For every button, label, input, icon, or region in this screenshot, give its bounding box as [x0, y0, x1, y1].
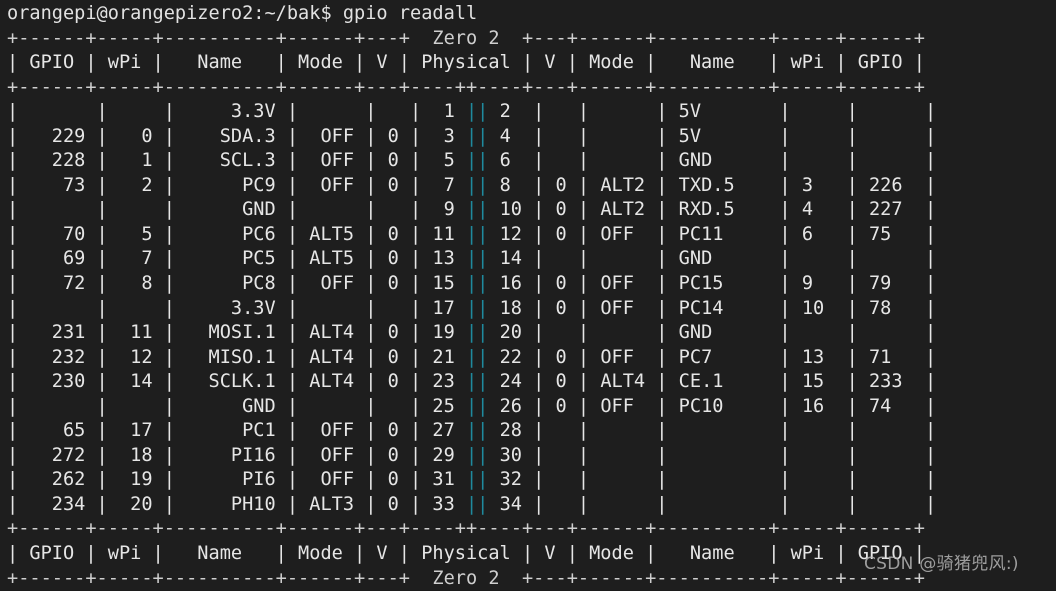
table-header-row-bottom-text: | GPIO | wPi | Name | Mode | V | Physica… — [7, 543, 925, 565]
shell-command: gpio readall — [342, 3, 478, 24]
table-header-row-top-text: | GPIO | wPi | Name | Mode | V | Physica… — [7, 52, 925, 74]
table-row: | 72 | 8 | PC8 | OFF | 0 | 15 || 16 | 0 … — [7, 273, 937, 295]
table-row: | 70 | 5 | PC6 | ALT5 | 0 | 11 || 12 | 0… — [7, 223, 937, 245]
table-row: | | | GND | | | 25 || 26 | 0 | OFF | PC1… — [7, 395, 937, 417]
table-header-separator-top-text: +------+-----+----------+------+---+----… — [7, 76, 925, 98]
table-row: | 229 | 0 | SDA.3 | OFF | 0 | 3 || 4 | |… — [7, 125, 937, 147]
table-header-separator-top: +------+-----+----------+------+---+----… — [0, 76, 1056, 101]
table-row: | 272 | 18 | PI16 | OFF | 0 | 29 || 30 |… — [7, 444, 937, 466]
table-footer-separator: +------+-----+----------+------+---+----… — [0, 517, 1056, 542]
table-row: | 234 | 20 | PH10 | ALT3 | 0 | 33 || 34 … — [7, 493, 937, 515]
table-bottom-border-text: +------+-----+----------+------+---+ Zer… — [7, 567, 925, 589]
table-row: | 228 | 1 | SCL.3 | OFF | 0 | 5 || 6 | |… — [7, 150, 937, 172]
table-header-row-top: | GPIO | wPi | Name | Mode | V | Physica… — [0, 51, 1056, 76]
table-row: | 65 | 17 | PC1 | OFF | 0 | 27 || 28 | |… — [7, 420, 937, 442]
table-row: | | | GND | | | 9 || 10 | 0 | ALT2 | RXD… — [7, 199, 937, 221]
table-row: | 73 | 2 | PC9 | OFF | 0 | 7 || 8 | 0 | … — [7, 174, 937, 196]
table-bottom-border: +------+-----+----------+------+---+ Zer… — [0, 567, 1056, 591]
shell-prompt: orangepi@orangepizero2:~/bak$ — [7, 3, 343, 24]
table-row: | | | 3.3V | | | 1 || 2 | | | 5V | | | — [7, 101, 937, 123]
table-row: | 69 | 7 | PC5 | ALT5 | 0 | 13 || 14 | |… — [7, 248, 937, 270]
table-row: | 262 | 19 | PI6 | OFF | 0 | 31 || 32 | … — [7, 469, 937, 491]
table-top-border-text: +------+-----+----------+------+---+ Zer… — [7, 27, 925, 49]
table-body: | | | 3.3V | | | 1 || 2 | | | 5V | | | | … — [0, 100, 1056, 517]
terminal-window: orangepi@orangepizero2:~/bak$ gpio reada… — [0, 0, 1056, 590]
table-row: | 231 | 11 | MOSI.1 | ALT4 | 0 | 19 || 2… — [7, 322, 937, 344]
table-top-border: +------+-----+----------+------+---+ Zer… — [0, 27, 1056, 52]
shell-prompt-line: orangepi@orangepizero2:~/bak$ gpio reada… — [0, 2, 1056, 27]
table-row: | 230 | 14 | SCLK.1 | ALT4 | 0 | 23 || 2… — [7, 371, 937, 393]
table-row: | 232 | 12 | MISO.1 | ALT4 | 0 | 21 || 2… — [7, 346, 937, 368]
table-header-row-bottom: | GPIO | wPi | Name | Mode | V | Physica… — [0, 542, 1056, 567]
table-row: | | | 3.3V | | | 17 || 18 | 0 | OFF | PC… — [7, 297, 937, 319]
table-footer-separator-text: +------+-----+----------+------+---+----… — [7, 518, 925, 540]
